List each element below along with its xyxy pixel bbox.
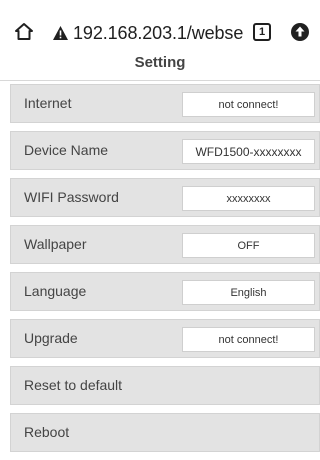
setting-label: Upgrade bbox=[24, 330, 78, 346]
settings-list: Internet not connect! Device Name WFD150… bbox=[10, 84, 320, 460]
setting-value-wallpaper[interactable]: OFF bbox=[182, 233, 315, 258]
setting-row-reset-to-default[interactable]: Reset to default bbox=[10, 366, 320, 405]
setting-label: Internet bbox=[24, 95, 72, 111]
setting-label: Device Name bbox=[24, 142, 109, 158]
setting-value-wifi-password[interactable]: xxxxxxxx bbox=[182, 186, 315, 211]
setting-value-device-name[interactable]: WFD1500-xxxxxxxx bbox=[182, 139, 315, 164]
warning-icon bbox=[53, 26, 68, 40]
upload-icon[interactable] bbox=[290, 22, 310, 42]
setting-label: Reboot bbox=[24, 424, 70, 440]
setting-row-device-name[interactable]: Device Name WFD1500-xxxxxxxx bbox=[10, 131, 320, 170]
page-header: Setting bbox=[0, 44, 320, 81]
address-bar[interactable]: 192.168.203.1/webse bbox=[52, 20, 248, 46]
setting-row-wallpaper[interactable]: Wallpaper OFF bbox=[10, 225, 320, 264]
setting-row-internet[interactable]: Internet not connect! bbox=[10, 84, 320, 123]
setting-label: Wallpaper bbox=[24, 236, 87, 252]
setting-row-reboot[interactable]: Reboot bbox=[10, 413, 320, 452]
tab-count: 1 bbox=[258, 26, 266, 38]
setting-label: WIFI Password bbox=[24, 189, 119, 205]
url-text: 192.168.203.1/webse bbox=[73, 22, 244, 43]
setting-row-upgrade[interactable]: Upgrade not connect! bbox=[10, 319, 320, 358]
setting-value-language[interactable]: English bbox=[182, 280, 315, 305]
setting-value-upgrade[interactable]: not connect! bbox=[182, 327, 315, 352]
setting-row-language[interactable]: Language English bbox=[10, 272, 320, 311]
home-icon[interactable] bbox=[14, 22, 34, 42]
setting-value-internet[interactable]: not connect! bbox=[182, 92, 315, 117]
setting-label: Reset to default bbox=[24, 377, 123, 393]
page-title: Setting bbox=[134, 53, 186, 71]
tabs-icon[interactable]: 1 bbox=[253, 23, 271, 41]
setting-label: Language bbox=[24, 283, 87, 299]
setting-row-wifi-password[interactable]: WIFI Password xxxxxxxx bbox=[10, 178, 320, 217]
